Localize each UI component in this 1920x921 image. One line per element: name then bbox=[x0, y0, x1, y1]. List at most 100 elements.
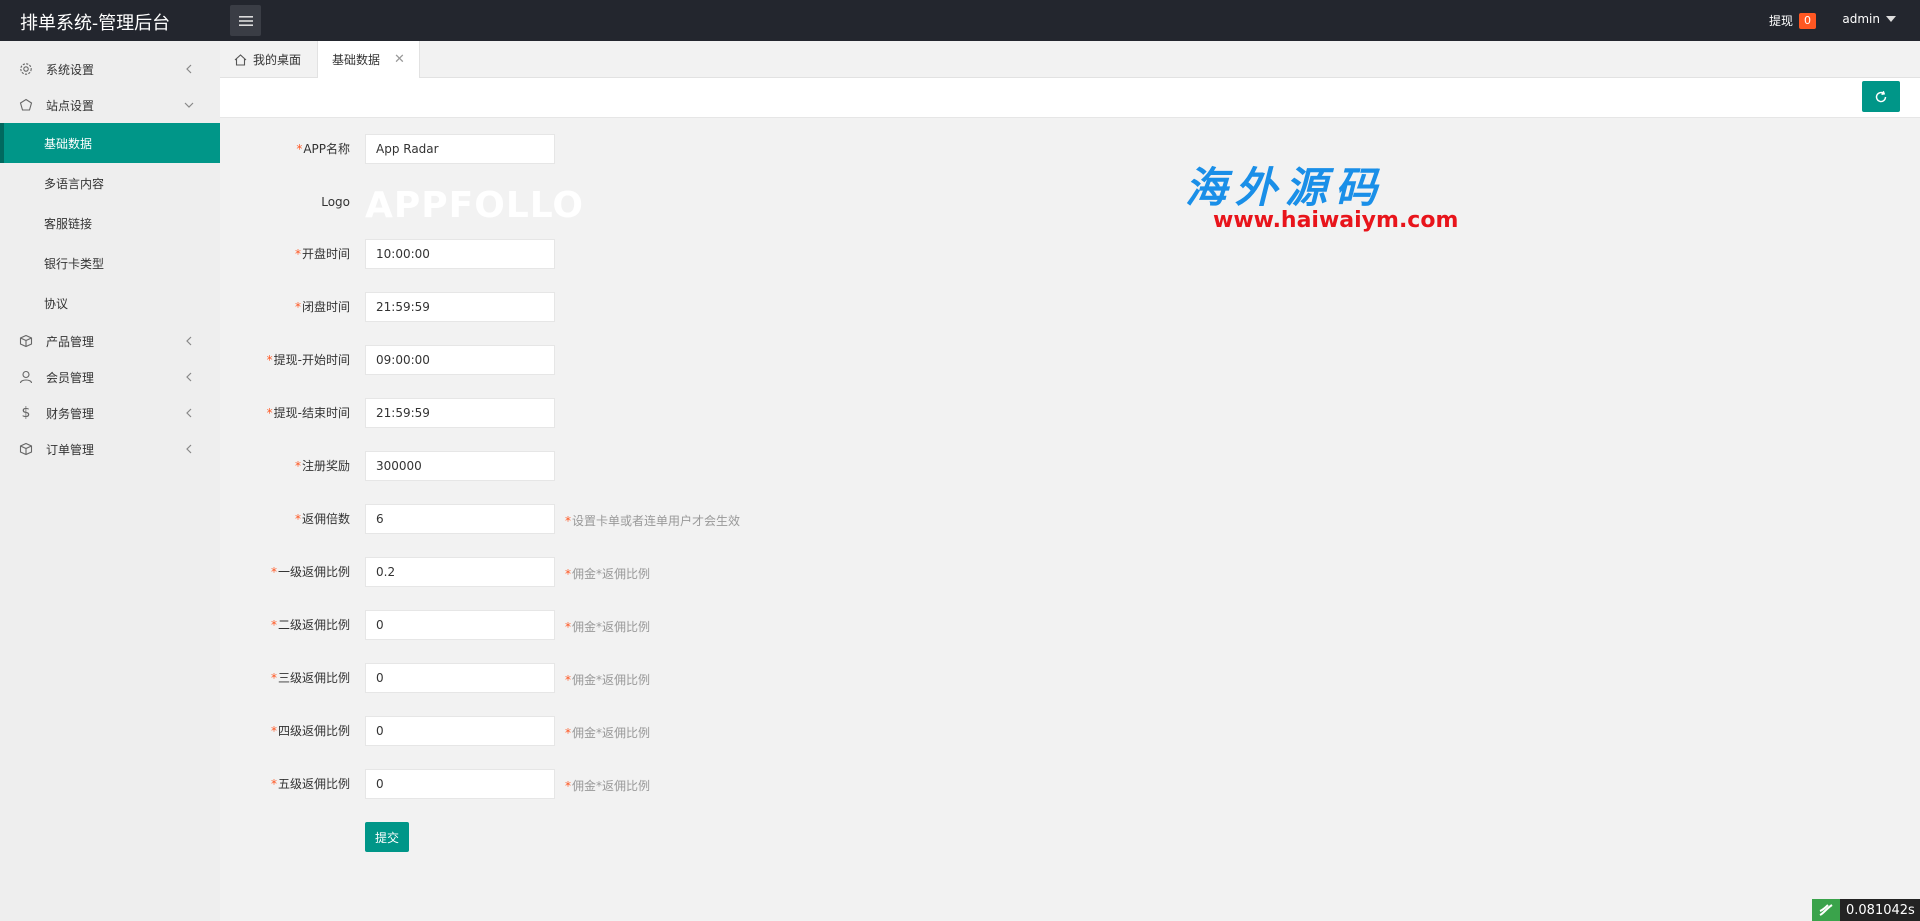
user-menu[interactable]: admin bbox=[1842, 12, 1896, 26]
sidebar-group-label: 系统设置 bbox=[46, 62, 95, 77]
form-row-close-time: *闭盘时间 bbox=[220, 292, 1120, 324]
form-row-rebate-multiple: *返佣倍数 *设置卡单或者连单用户才会生效 bbox=[220, 504, 1120, 536]
form-label: Logo bbox=[321, 195, 350, 209]
sidebar-item-bank-card-type[interactable]: 银行卡类型 bbox=[0, 243, 220, 283]
sidebar-group-site-settings[interactable]: 站点设置 bbox=[0, 87, 220, 123]
user-icon bbox=[18, 369, 34, 385]
form-row-rebate-level-1: *一级返佣比例 *佣金*返佣比例 bbox=[220, 557, 1120, 589]
submit-button[interactable]: 提交 bbox=[365, 822, 409, 852]
caret-down-icon bbox=[1886, 16, 1896, 22]
debug-timer[interactable]: 0.081042s bbox=[1812, 899, 1920, 921]
field-hint: *佣金*返佣比例 bbox=[565, 567, 651, 581]
logo-image[interactable]: APPFOLLO bbox=[365, 185, 584, 226]
withdraw-label: 提现 bbox=[1768, 14, 1793, 28]
app-title: 排单系统-管理后台 bbox=[20, 13, 171, 34]
tab-bar: 我的桌面 基础数据 ✕ bbox=[220, 41, 1920, 78]
tab-label: 我的桌面 bbox=[253, 53, 302, 67]
form-row-app-name: *APP名称 bbox=[220, 134, 1120, 166]
field-hint: *佣金*返佣比例 bbox=[565, 726, 651, 740]
form-label: *提现-开始时间 bbox=[266, 353, 350, 367]
content-toolbar bbox=[220, 78, 1920, 118]
open-time-input[interactable] bbox=[365, 239, 555, 269]
sidebar-group-label: 会员管理 bbox=[46, 370, 95, 385]
refresh-icon bbox=[1875, 90, 1887, 102]
tab-home[interactable]: 我的桌面 bbox=[234, 41, 301, 78]
form-label: *五级返佣比例 bbox=[270, 777, 350, 791]
field-hint: *设置卡单或者连单用户才会生效 bbox=[565, 514, 741, 528]
chevron-down-icon bbox=[184, 102, 194, 108]
sidebar-group-product[interactable]: 产品管理 bbox=[0, 323, 220, 359]
watermark-url: www.haiwaiym.com bbox=[1213, 208, 1459, 233]
rebate-level-2-input[interactable] bbox=[365, 610, 555, 640]
chevron-left-icon bbox=[186, 64, 192, 74]
user-name: admin bbox=[1842, 12, 1880, 26]
hamburger-icon bbox=[238, 15, 253, 26]
sidebar-group-system-settings[interactable]: 系统设置 bbox=[0, 51, 220, 87]
form-row-rebate-level-3: *三级返佣比例 *佣金*返佣比例 bbox=[220, 663, 1120, 695]
withdraw-notice[interactable]: 提现 0 bbox=[1769, 12, 1816, 29]
form-label: *返佣倍数 bbox=[294, 512, 350, 526]
form-row-withdraw-end: *提现-结束时间 bbox=[220, 398, 1120, 430]
tab-label: 基础数据 bbox=[332, 53, 381, 67]
form-row-logo: Logo APPFOLLO bbox=[220, 185, 1120, 226]
rebate-level-4-input[interactable] bbox=[365, 716, 555, 746]
home-icon bbox=[234, 53, 247, 66]
form-label: *注册奖励 bbox=[294, 459, 350, 473]
box-icon bbox=[18, 441, 34, 457]
form-label: *三级返佣比例 bbox=[270, 671, 350, 685]
refresh-button[interactable] bbox=[1862, 81, 1900, 112]
sidebar-group-label: 财务管理 bbox=[46, 406, 95, 421]
rebate-multiple-input[interactable] bbox=[365, 504, 555, 534]
form-row-open-time: *开盘时间 bbox=[220, 239, 1120, 271]
sidebar-group-label: 产品管理 bbox=[46, 334, 95, 349]
watermark: 海外源码 www.haiwaiym.com bbox=[1185, 165, 1485, 240]
withdraw-count-badge: 0 bbox=[1799, 12, 1816, 29]
form-label: *二级返佣比例 bbox=[270, 618, 350, 632]
form-row-rebate-level-5: *五级返佣比例 *佣金*返佣比例 bbox=[220, 769, 1120, 801]
form-label: *提现-结束时间 bbox=[266, 406, 350, 420]
app-name-input[interactable] bbox=[365, 134, 555, 164]
gear-icon bbox=[18, 61, 34, 77]
withdraw-start-input[interactable] bbox=[365, 345, 555, 375]
site-icon bbox=[18, 97, 34, 113]
sidebar-group-member[interactable]: 会员管理 bbox=[0, 359, 220, 395]
top-header: 排单系统-管理后台 提现 0 admin bbox=[0, 0, 1920, 41]
register-reward-input[interactable] bbox=[365, 451, 555, 481]
chevron-left-icon bbox=[186, 408, 192, 418]
sidebar-group-finance[interactable]: $ 财务管理 bbox=[0, 395, 220, 431]
form-row-withdraw-start: *提现-开始时间 bbox=[220, 345, 1120, 377]
form-row-rebate-level-4: *四级返佣比例 *佣金*返佣比例 bbox=[220, 716, 1120, 748]
form-label: *一级返佣比例 bbox=[270, 565, 350, 579]
sidebar-item-service-link[interactable]: 客服链接 bbox=[0, 203, 220, 243]
sidebar-group-order[interactable]: 订单管理 bbox=[0, 431, 220, 467]
form-row-register-reward: *注册奖励 bbox=[220, 451, 1120, 483]
trace-logo-icon bbox=[1812, 899, 1840, 921]
sidebar-group-label: 订单管理 bbox=[46, 442, 95, 457]
chevron-left-icon bbox=[186, 336, 192, 346]
sidebar-item-multilang[interactable]: 多语言内容 bbox=[0, 163, 220, 203]
chevron-left-icon bbox=[186, 372, 192, 382]
field-hint: *佣金*返佣比例 bbox=[565, 620, 651, 634]
box-icon bbox=[18, 333, 34, 349]
watermark-cn: 海外源码 bbox=[1185, 163, 1386, 212]
form-label: *闭盘时间 bbox=[294, 300, 350, 314]
tab-basic-data[interactable]: 基础数据 ✕ bbox=[317, 41, 420, 78]
sidebar-item-agreement[interactable]: 协议 bbox=[0, 283, 220, 323]
form-label: *四级返佣比例 bbox=[270, 724, 350, 738]
rebate-level-3-input[interactable] bbox=[365, 663, 555, 693]
timer-value: 0.081042s bbox=[1846, 902, 1915, 918]
form-label: *开盘时间 bbox=[294, 247, 350, 261]
field-hint: *佣金*返佣比例 bbox=[565, 673, 651, 687]
close-icon[interactable]: ✕ bbox=[394, 52, 405, 67]
form-label: *APP名称 bbox=[296, 142, 350, 156]
menu-toggle-button[interactable] bbox=[230, 5, 261, 36]
form-row-rebate-level-2: *二级返佣比例 *佣金*返佣比例 bbox=[220, 610, 1120, 642]
chevron-left-icon bbox=[186, 444, 192, 454]
rebate-level-1-input[interactable] bbox=[365, 557, 555, 587]
sidebar-item-basic-data[interactable]: 基础数据 bbox=[0, 123, 220, 163]
sidebar-group-label: 站点设置 bbox=[46, 98, 95, 113]
close-time-input[interactable] bbox=[365, 292, 555, 322]
withdraw-end-input[interactable] bbox=[365, 398, 555, 428]
field-hint: *佣金*返佣比例 bbox=[565, 779, 651, 793]
rebate-level-5-input[interactable] bbox=[365, 769, 555, 799]
